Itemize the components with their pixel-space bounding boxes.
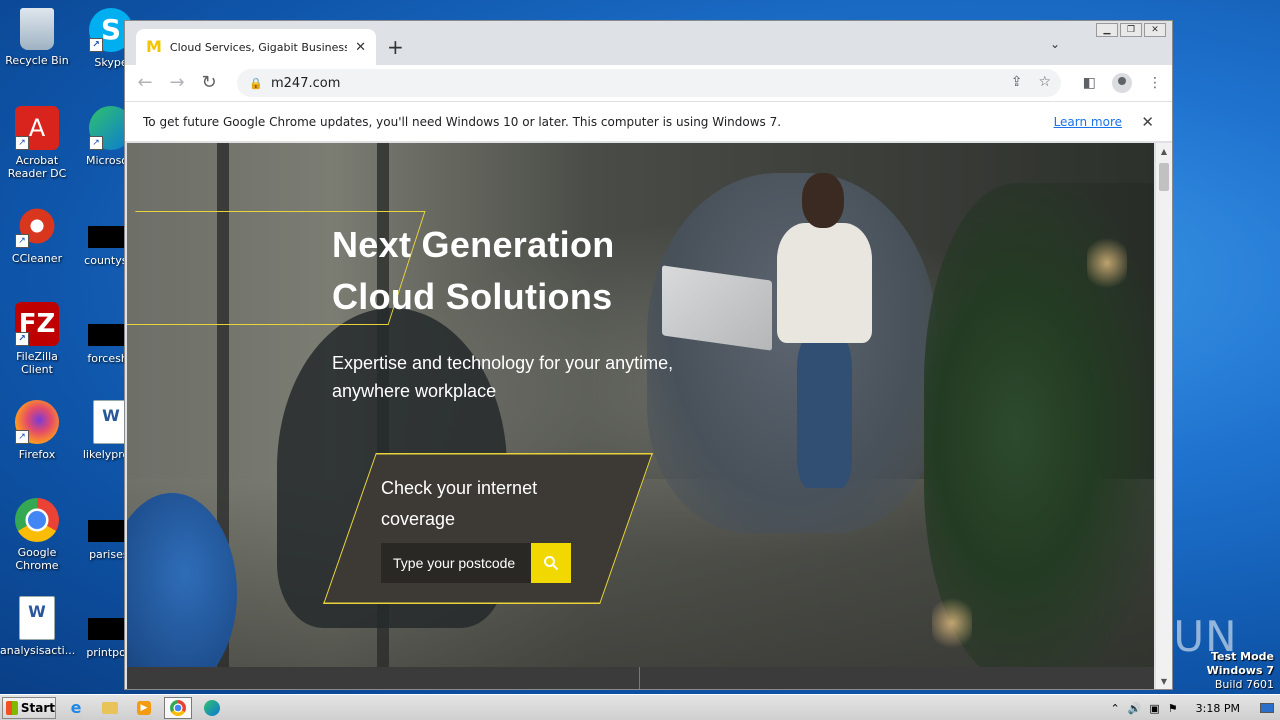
chrome-icon [15,498,59,542]
share-icon[interactable]: ⇪ [1011,74,1023,90]
desktop-icon-acrobat[interactable]: A ↗ Acrobat Reader DC [0,106,74,180]
redacted-icon [88,520,124,542]
window-controls: ▁ ❐ ✕ [1096,23,1166,37]
infobar-message: To get future Google Chrome updates, you… [143,114,782,129]
desktop-icon-ccleaner[interactable]: ↗ CCleaner [0,204,74,265]
lamp-icon [932,593,972,653]
ie-icon: e [70,698,82,717]
network-icon[interactable]: ▣ [1149,702,1159,715]
url-text: m247.com [271,75,341,91]
lock-icon[interactable]: 🔒 [249,77,263,90]
filezilla-icon: FZ ↗ [15,302,59,346]
media-player-icon: ▶ [137,700,151,715]
page-scrollbar[interactable]: ▲ ▼ [1155,143,1172,689]
taskbar-ie[interactable]: e [62,697,90,719]
scroll-up-icon[interactable]: ▲ [1156,145,1172,159]
redacted-icon [88,226,124,248]
taskbar-edge[interactable] [198,697,226,719]
m247-favicon-icon: M [146,37,162,56]
coverage-title: Check your internet coverage [381,478,538,529]
volume-icon[interactable]: 🔊 [1128,702,1142,715]
page-bottom-bar [127,667,1154,689]
taskbar-explorer[interactable] [96,697,124,719]
tab-bar: M Cloud Services, Gigabit Business Inte … [125,21,1172,65]
tab-search-chevron-icon[interactable]: ⌄ [1050,37,1060,51]
firefox-icon: ↗ [15,400,59,444]
bookmark-star-icon[interactable]: ☆ [1038,74,1051,90]
desktop-icon-recycle-bin[interactable]: Recycle Bin [0,8,74,67]
close-window-button[interactable]: ✕ [1144,23,1166,37]
update-infobar: To get future Google Chrome updates, you… [125,101,1172,142]
forward-button[interactable]: → [165,71,189,95]
redacted-icon [88,324,124,346]
system-tray: ⌃ 🔊 ▣ ⚑ 3:18 PM [1110,695,1280,720]
web-page: Next Generation Cloud Solutions Expertis… [127,143,1154,689]
maximize-button[interactable]: ❐ [1120,23,1142,37]
os-watermark: Test Mode Windows 7 Build 7601 [1206,650,1274,691]
profile-avatar-icon[interactable] [1112,73,1132,93]
infobar-close-icon[interactable]: ✕ [1141,113,1154,131]
action-center-flag-icon[interactable]: ⚑ [1168,702,1178,715]
redacted-icon [88,618,124,640]
edge-icon [204,699,220,716]
desktop-icon-firefox[interactable]: ↗ Firefox [0,400,74,461]
word-doc-icon: W [19,596,55,640]
chrome-icon [170,699,186,716]
taskbar-chrome[interactable] [164,696,192,719]
desktop-icon-chrome[interactable]: Google Chrome [0,498,74,572]
taskbar-media-player[interactable]: ▶ [130,697,158,719]
acrobat-icon: A ↗ [15,106,59,150]
search-icon [544,556,559,571]
lamp-icon [1087,233,1127,293]
ccleaner-icon: ↗ [15,204,59,248]
scroll-down-icon[interactable]: ▼ [1156,675,1172,689]
folder-icon [102,701,118,714]
tray-expand-icon[interactable]: ⌃ [1110,702,1119,715]
postcode-input[interactable] [381,543,531,583]
desktop-icon-analysisacti[interactable]: W analysisacti... [0,596,75,657]
hero-image-person [767,168,877,528]
hero-title: Next Generation Cloud Solutions [332,224,615,317]
learn-more-link[interactable]: Learn more [1054,115,1122,129]
chrome-window: M Cloud Services, Gigabit Business Inte … [124,20,1173,690]
address-bar[interactable]: 🔒 m247.com ⇪ ☆ [237,69,1061,97]
back-button[interactable]: ← [133,71,157,95]
reload-button[interactable]: ↻ [197,71,221,95]
scroll-thumb[interactable] [1159,163,1169,191]
show-desktop-icon[interactable] [1260,703,1274,713]
chrome-menu-icon[interactable]: ⋮ [1148,75,1162,91]
start-button[interactable]: Start [2,696,56,719]
tab-active[interactable]: M Cloud Services, Gigabit Business Inte … [136,29,376,65]
taskbar: Start e ▶ ⌃ 🔊 ▣ ⚑ 3:18 PM [0,694,1280,720]
new-tab-button[interactable]: + [387,35,404,59]
clock[interactable]: 3:18 PM [1196,702,1240,715]
browser-toolbar: ← → ↻ 🔒 m247.com ⇪ ☆ ◧ ⋮ [125,65,1172,101]
tab-title: Cloud Services, Gigabit Business Inte [169,40,348,54]
minimize-button[interactable]: ▁ [1096,23,1118,37]
hero-subtitle: Expertise and technology for your anytim… [332,353,674,401]
windows-flag-icon [6,700,18,715]
coverage-checker: Check your internet coverage [323,453,653,604]
tab-close-icon[interactable]: ✕ [355,40,366,55]
postcode-search-button[interactable] [531,543,571,583]
desktop-icon-filezilla[interactable]: FZ ↗ FileZilla Client [0,302,74,376]
recycle-bin-icon [20,8,54,50]
side-panel-icon[interactable]: ◧ [1083,75,1096,91]
